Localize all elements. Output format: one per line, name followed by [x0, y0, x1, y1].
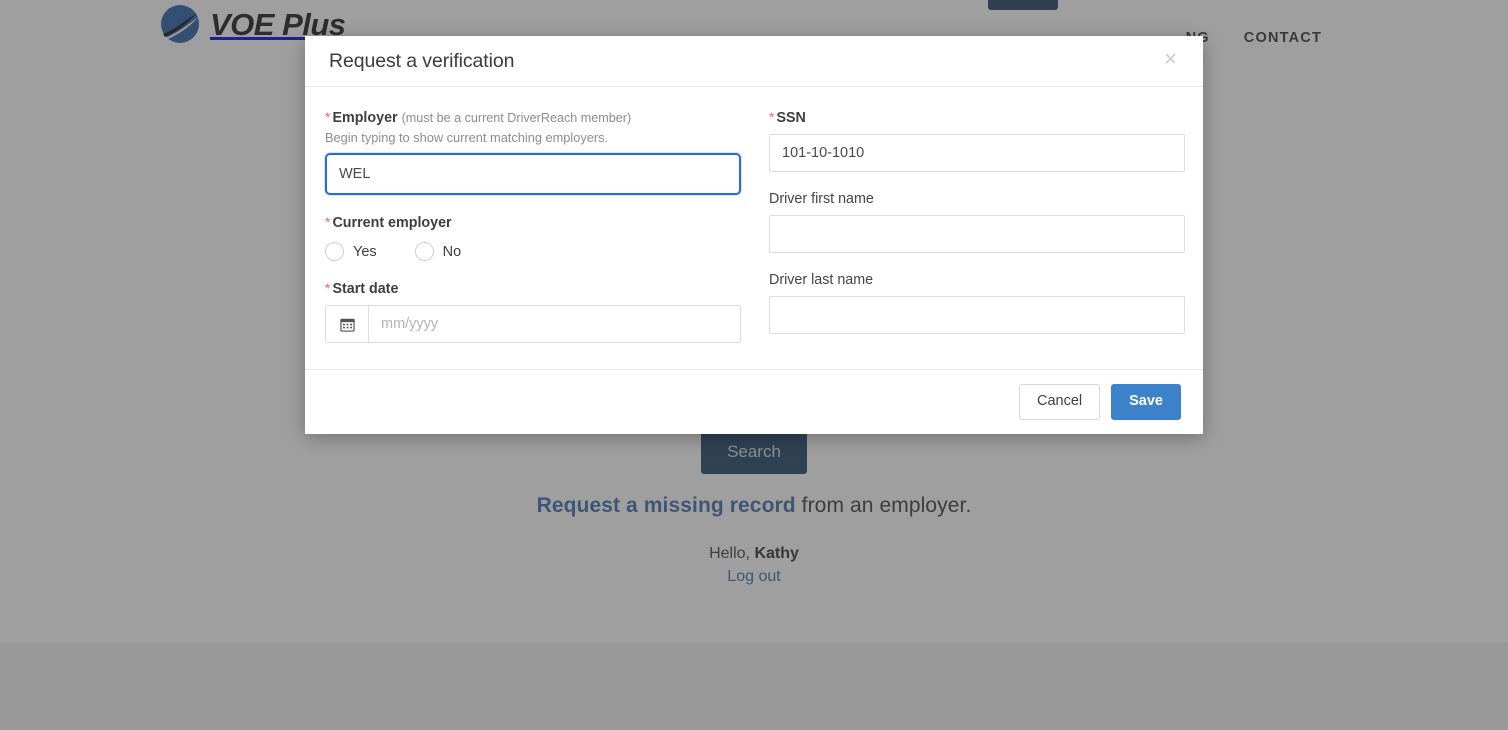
driver-last-name-input[interactable] [769, 295, 1185, 334]
current-employer-label: * Current employer [325, 214, 741, 233]
employer-field: * Employer (must be a current DriverReach… [325, 109, 741, 196]
employer-label-text: Employer [332, 110, 398, 126]
current-employer-field: * Current employer Yes No [325, 214, 741, 262]
ssn-label: * SSN [769, 109, 1185, 128]
required-indicator: * [769, 109, 775, 125]
radio-label-no: No [442, 243, 462, 260]
start-date-label: * Start date [325, 280, 741, 299]
driver-first-name-field: Driver first name [769, 191, 1185, 253]
required-indicator: * [325, 280, 331, 297]
cancel-button[interactable]: Cancel [1018, 384, 1101, 420]
driver-first-name-input[interactable] [769, 214, 1185, 253]
radio-circle-icon [414, 242, 434, 262]
radio-option-yes[interactable]: Yes [325, 242, 377, 262]
start-date-input[interactable] [369, 306, 740, 343]
radio-label-yes: Yes [353, 243, 377, 260]
modal-left-column: * Employer (must be a current DriverReach… [325, 109, 741, 344]
ssn-input[interactable] [769, 133, 1185, 172]
start-date-input-group [325, 305, 741, 344]
employer-label-note: (must be a current DriverReach member) [401, 111, 632, 125]
current-employer-label-text: Current employer [332, 215, 452, 232]
modal-body: * Employer (must be a current DriverReach… [305, 87, 1203, 369]
save-button[interactable]: Save [1111, 384, 1181, 420]
modal-title: Request a verification [329, 49, 515, 72]
modal-header: Request a verification × [305, 36, 1203, 87]
modal-right-column: *SSN Driver first name Driver last name [769, 109, 1185, 343]
radio-circle-icon [325, 242, 344, 262]
start-date-field: * Start date [325, 280, 741, 344]
employer-input[interactable] [325, 153, 741, 196]
ssn-label-text: SSN [776, 110, 806, 126]
calendar-icon[interactable] [326, 306, 369, 343]
required-indicator: * [325, 214, 331, 231]
ssn-field: * SSN [769, 109, 1185, 172]
employer-help-text: Begin typing to show current matching em… [325, 129, 609, 145]
driver-first-name-label: Driver first name [769, 190, 874, 207]
driver-last-name-field: Driver last name [769, 272, 1185, 334]
close-icon[interactable]: × [1158, 46, 1183, 72]
modal-footer: Cancel Save [305, 369, 1203, 433]
required-indicator: * [325, 109, 331, 125]
employer-label: * Employer (must be a current DriverReach… [325, 109, 741, 128]
radio-option-no[interactable]: No [414, 242, 462, 262]
current-employer-radio-group: Yes No [325, 242, 741, 262]
driver-last-name-label: Driver last name [769, 271, 874, 288]
start-date-label-text: Start date [332, 281, 399, 298]
request-verification-modal: Request a verification × * Employer (must… [305, 36, 1203, 434]
